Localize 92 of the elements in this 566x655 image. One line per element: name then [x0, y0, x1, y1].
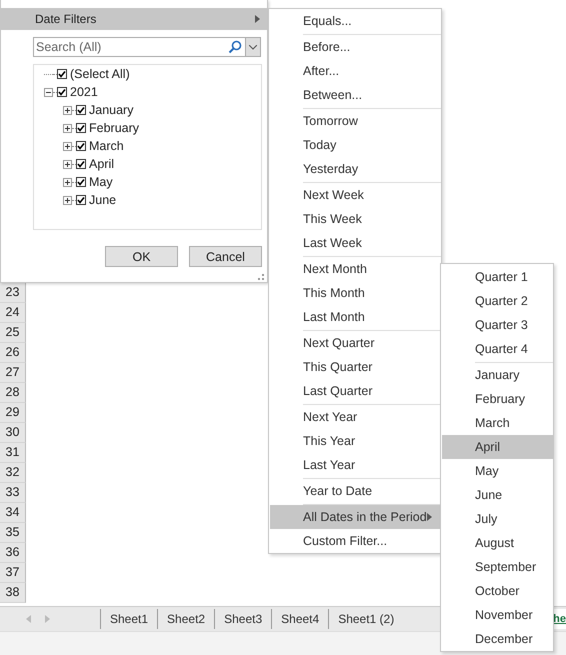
- checkbox[interactable]: [76, 195, 86, 205]
- checkbox[interactable]: [57, 87, 67, 97]
- row-header[interactable]: 32: [0, 463, 26, 483]
- menu-item[interactable]: Tomorrow: [270, 109, 441, 133]
- tree-item-label[interactable]: 2021: [70, 85, 98, 99]
- resize-grip-icon[interactable]: [258, 274, 264, 280]
- search-field[interactable]: Search (All): [34, 40, 228, 54]
- menu-item[interactable]: This Year: [270, 429, 441, 453]
- sheet-tab[interactable]: Sheet1 (2): [328, 609, 404, 629]
- menu-item[interactable]: April: [442, 435, 553, 459]
- row-header[interactable]: 23: [0, 283, 26, 303]
- menu-item[interactable]: October: [442, 579, 553, 603]
- expand-icon[interactable]: [63, 160, 72, 168]
- row-header[interactable]: 34: [0, 503, 26, 523]
- cancel-button[interactable]: Cancel: [189, 246, 262, 267]
- tree-item-label[interactable]: April: [89, 157, 114, 171]
- checkbox[interactable]: [76, 141, 86, 151]
- row-header[interactable]: 38: [0, 583, 26, 603]
- tree-item-label[interactable]: May: [89, 175, 113, 189]
- menu-item[interactable]: Equals...: [270, 9, 441, 33]
- sheet-tab[interactable]: he: [553, 609, 566, 629]
- checkbox[interactable]: [76, 105, 86, 115]
- menu-item[interactable]: Today: [270, 133, 441, 157]
- menu-item[interactable]: September: [442, 555, 553, 579]
- menu-item[interactable]: This Quarter: [270, 355, 441, 379]
- checkbox[interactable]: [76, 123, 86, 133]
- menu-item[interactable]: August: [442, 531, 553, 555]
- menu-item[interactable]: Between...: [270, 83, 441, 107]
- chevron-down-icon: [249, 44, 257, 50]
- menu-item[interactable]: December: [442, 627, 553, 651]
- row-header[interactable]: 24: [0, 303, 26, 323]
- sheet-tab[interactable]: Sheet4: [271, 609, 328, 629]
- menu-item[interactable]: Next Month: [270, 257, 441, 281]
- row-header[interactable]: 28: [0, 383, 26, 403]
- menu-item[interactable]: June: [442, 483, 553, 507]
- menu-item[interactable]: Next Quarter: [270, 331, 441, 355]
- ok-button[interactable]: OK: [105, 246, 178, 267]
- checkbox[interactable]: [76, 177, 86, 187]
- checkbox[interactable]: [57, 69, 67, 79]
- sheet-tab[interactable]: Sheet2: [157, 609, 214, 629]
- tree-item-label[interactable]: (Select All): [70, 67, 130, 81]
- row-header[interactable]: 33: [0, 483, 26, 503]
- tree-item-label[interactable]: February: [89, 121, 140, 135]
- row-header[interactable]: 36: [0, 543, 26, 563]
- search-box[interactable]: Search (All): [33, 37, 261, 57]
- menu-item[interactable]: Next Week: [270, 183, 441, 207]
- menu-item[interactable]: Last Month: [270, 305, 441, 329]
- tree-item-label[interactable]: June: [89, 193, 116, 207]
- tree-item-label[interactable]: January: [89, 103, 134, 117]
- row-header[interactable]: 30: [0, 423, 26, 443]
- expand-icon[interactable]: [63, 124, 72, 132]
- menu-item[interactable]: Quarter 4: [442, 337, 553, 361]
- menu-item[interactable]: November: [442, 603, 553, 627]
- expand-icon[interactable]: [63, 142, 72, 150]
- menu-item[interactable]: This Week: [270, 207, 441, 231]
- menu-item[interactable]: Quarter 1: [442, 265, 553, 289]
- row-header[interactable]: 26: [0, 343, 26, 363]
- menu-item[interactable]: July: [442, 507, 553, 531]
- menu-item[interactable]: January: [442, 363, 553, 387]
- dropdown-button[interactable]: [245, 38, 260, 56]
- menu-item[interactable]: May: [442, 459, 553, 483]
- menu-item[interactable]: This Month: [270, 281, 441, 305]
- expand-icon[interactable]: [63, 178, 72, 186]
- row-header[interactable]: 27: [0, 363, 26, 383]
- menu-item[interactable]: Last Week: [270, 231, 441, 255]
- expand-icon[interactable]: [63, 196, 72, 204]
- row-header[interactable]: 35: [0, 523, 26, 543]
- sheet-tab[interactable]: Sheet1: [100, 609, 158, 629]
- menu-item[interactable]: Last Year: [270, 453, 441, 477]
- menu-item[interactable]: All Dates in the Period: [270, 505, 441, 529]
- menu-item[interactable]: After...: [270, 59, 441, 83]
- sheet-tab[interactable]: Sheet3: [214, 609, 272, 629]
- menu-item[interactable]: Quarter 2: [442, 289, 553, 313]
- menu-item[interactable]: Before...: [270, 35, 441, 59]
- row-header[interactable]: 37: [0, 563, 26, 583]
- menu-item[interactable]: February: [442, 387, 553, 411]
- menu-item[interactable]: Next Year: [270, 405, 441, 429]
- row-header[interactable]: 29: [0, 403, 26, 423]
- menu-item[interactable]: March: [442, 411, 553, 435]
- row-header[interactable]: 25: [0, 323, 26, 343]
- menu-item[interactable]: Last Quarter: [270, 379, 441, 403]
- menu-item[interactable]: Yesterday: [270, 157, 441, 181]
- checkbox[interactable]: [76, 159, 86, 169]
- menu-item[interactable]: Quarter 3: [442, 313, 553, 337]
- expand-icon[interactable]: [63, 106, 72, 114]
- tree-item-label[interactable]: March: [89, 139, 124, 153]
- menu-item[interactable]: Custom Filter...: [270, 529, 441, 553]
- collapse-icon[interactable]: [44, 88, 53, 96]
- menu-item[interactable]: Date Filters: [1, 8, 269, 30]
- menu-item[interactable]: Year to Date: [270, 479, 441, 503]
- row-header[interactable]: 31: [0, 443, 26, 463]
- search-icon: [228, 40, 242, 54]
